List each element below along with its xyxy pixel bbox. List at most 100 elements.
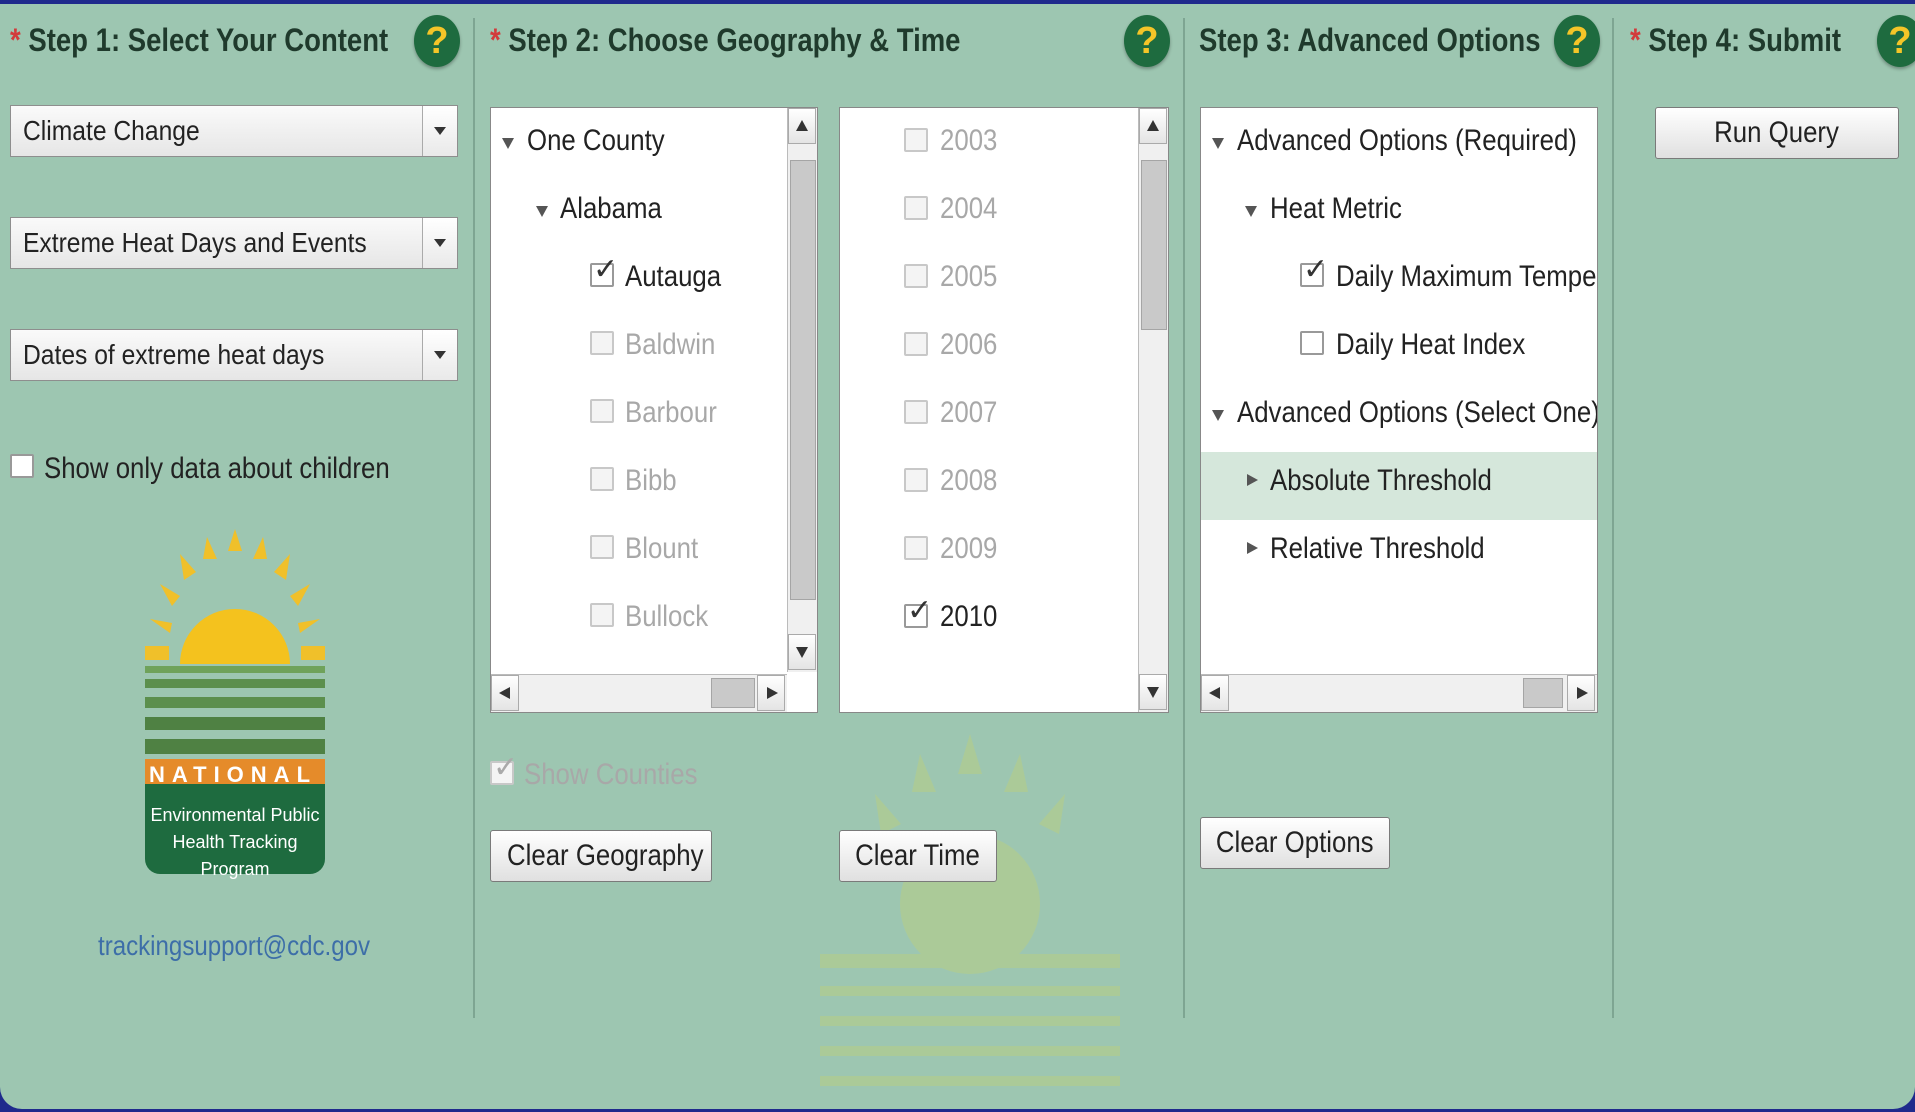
county-checkbox[interactable]	[590, 399, 614, 423]
clear-geography-button[interactable]: Clear Geography	[490, 830, 712, 882]
year-checkbox[interactable]	[904, 400, 928, 424]
year-label: 2004	[940, 192, 998, 225]
year-checkbox[interactable]	[904, 332, 928, 356]
metric-label: Daily Heat Index	[1336, 328, 1526, 361]
county-checkbox[interactable]	[590, 603, 614, 627]
checkmark-icon: ✓	[493, 751, 519, 784]
year-checkbox[interactable]: ✓	[904, 596, 932, 628]
help-icon-label: ?	[1135, 20, 1159, 62]
metric-checkbox[interactable]	[1300, 331, 1324, 355]
expand-icon[interactable]	[536, 206, 548, 217]
expand-icon[interactable]	[1212, 138, 1224, 149]
vertical-scrollbar[interactable]	[787, 108, 817, 672]
scroll-up-icon[interactable]	[788, 108, 816, 144]
chevron-down-icon[interactable]	[422, 106, 457, 156]
scroll-left-icon[interactable]	[491, 675, 519, 711]
collapse-icon[interactable]	[1247, 474, 1258, 486]
time-list[interactable]: 2003 2004 2005 2006 2007 2008 2009 ✓ 201…	[839, 107, 1169, 713]
clear-time-label: Clear Time	[855, 839, 981, 872]
metric-checkbox[interactable]: ✓	[1300, 255, 1328, 287]
checkmark-icon: ✓	[1303, 253, 1329, 286]
topic-select[interactable]: Climate Change	[10, 105, 458, 157]
clear-time-button[interactable]: Clear Time	[839, 830, 997, 882]
required-star: *	[490, 22, 501, 58]
run-query-button[interactable]: Run Query	[1655, 107, 1899, 159]
step2-title-text: Step 2: Choose Geography & Time	[508, 22, 961, 58]
scroll-up-icon[interactable]	[1139, 108, 1167, 144]
year-checkbox[interactable]	[904, 536, 928, 560]
tree-node-alabama[interactable]: Alabama	[560, 192, 662, 226]
clear-options-button[interactable]: Clear Options	[1200, 817, 1390, 869]
scroll-right-icon[interactable]	[757, 675, 785, 711]
year-checkbox[interactable]	[904, 264, 928, 288]
scroll-down-icon[interactable]	[1139, 674, 1167, 710]
help-icon[interactable]: ?	[1877, 15, 1915, 67]
logo-line: Environmental Public	[150, 805, 320, 825]
horizontal-scrollbar[interactable]	[491, 674, 787, 712]
county-checkbox[interactable]	[590, 331, 614, 355]
metric-label: Daily Maximum Temperature	[1336, 260, 1597, 293]
required-star: *	[10, 22, 21, 58]
tree-node-one-county[interactable]: One County	[527, 124, 665, 158]
tree-node-absolute-threshold[interactable]: Absolute Threshold	[1270, 464, 1492, 498]
expand-icon[interactable]	[502, 138, 514, 149]
year-label: 2010	[940, 600, 998, 633]
county-label: Bullock	[625, 600, 709, 633]
measure-select[interactable]: Dates of extreme heat days	[10, 329, 458, 381]
help-icon[interactable]: ?	[1124, 15, 1170, 67]
required-star: *	[1630, 22, 1641, 58]
topic-select-value: Climate Change	[23, 115, 200, 146]
advanced-options-tree[interactable]: Advanced Options (Required) Heat Metric …	[1200, 107, 1598, 713]
tree-node-heat-metric[interactable]: Heat Metric	[1270, 192, 1402, 226]
children-only-checkbox[interactable]	[10, 454, 34, 478]
step4-title-text: Step 4: Submit	[1648, 22, 1842, 58]
expand-icon[interactable]	[1245, 206, 1257, 217]
scroll-thumb[interactable]	[1141, 160, 1167, 330]
checkmark-icon: ✓	[907, 594, 933, 627]
year-checkbox[interactable]	[904, 196, 928, 220]
run-query-label: Run Query	[1714, 116, 1840, 149]
year-checkbox[interactable]	[904, 128, 928, 152]
collapse-icon[interactable]	[1247, 542, 1258, 554]
query-builder: * Step 1: Select Your Content ? Climate …	[0, 4, 1915, 1109]
geography-tree[interactable]: One County Alabama ✓ Autauga Baldwin Bar…	[490, 107, 818, 713]
county-checkbox[interactable]	[590, 535, 614, 559]
show-counties-label: Show Counties	[524, 758, 698, 791]
logo-line: Health Tracking	[172, 832, 298, 852]
tree-node-select-one-options[interactable]: Advanced Options (Select One)	[1237, 396, 1597, 430]
subtopic-select[interactable]: Extreme Heat Days and Events	[10, 217, 458, 269]
support-email-link[interactable]: trackingsupport@cdc.gov	[98, 930, 370, 962]
tree-node-relative-threshold[interactable]: Relative Threshold	[1270, 532, 1485, 566]
county-label: Blount	[625, 532, 699, 565]
scroll-thumb[interactable]	[1523, 678, 1563, 708]
help-icon-label: ?	[1888, 20, 1912, 62]
county-label: Autauga	[625, 260, 722, 293]
measure-select-value: Dates of extreme heat days	[23, 339, 325, 370]
county-label: Barbour	[625, 396, 717, 429]
vertical-scrollbar[interactable]	[1138, 108, 1168, 712]
step4-title: * Step 4: Submit	[1630, 22, 1841, 59]
checkmark-icon: ✓	[593, 253, 619, 286]
logo-program-name: Environmental Public Health Tracking Pro…	[140, 802, 330, 883]
scroll-left-icon[interactable]	[1201, 675, 1229, 711]
step2-title: * Step 2: Choose Geography & Time	[490, 22, 960, 59]
help-icon[interactable]: ?	[414, 15, 460, 67]
horizontal-scrollbar[interactable]	[1201, 674, 1597, 712]
column-divider	[1183, 18, 1185, 1018]
show-counties-checkbox[interactable]: ✓	[490, 753, 518, 785]
chevron-down-icon[interactable]	[422, 218, 457, 268]
county-checkbox[interactable]: ✓	[590, 255, 618, 287]
step1-title-text: Step 1: Select Your Content	[28, 22, 389, 58]
logo-banner-text: NATIONAL	[148, 762, 318, 787]
county-checkbox[interactable]	[590, 467, 614, 491]
scroll-thumb[interactable]	[711, 678, 755, 708]
scroll-thumb[interactable]	[790, 160, 816, 600]
help-icon[interactable]: ?	[1554, 15, 1600, 67]
year-checkbox[interactable]	[904, 468, 928, 492]
tree-node-required-options[interactable]: Advanced Options (Required)	[1237, 124, 1577, 158]
year-label: 2003	[940, 124, 998, 157]
expand-icon[interactable]	[1212, 410, 1224, 421]
chevron-down-icon[interactable]	[422, 330, 457, 380]
scroll-right-icon[interactable]	[1567, 675, 1595, 711]
scroll-down-icon[interactable]	[788, 634, 816, 670]
